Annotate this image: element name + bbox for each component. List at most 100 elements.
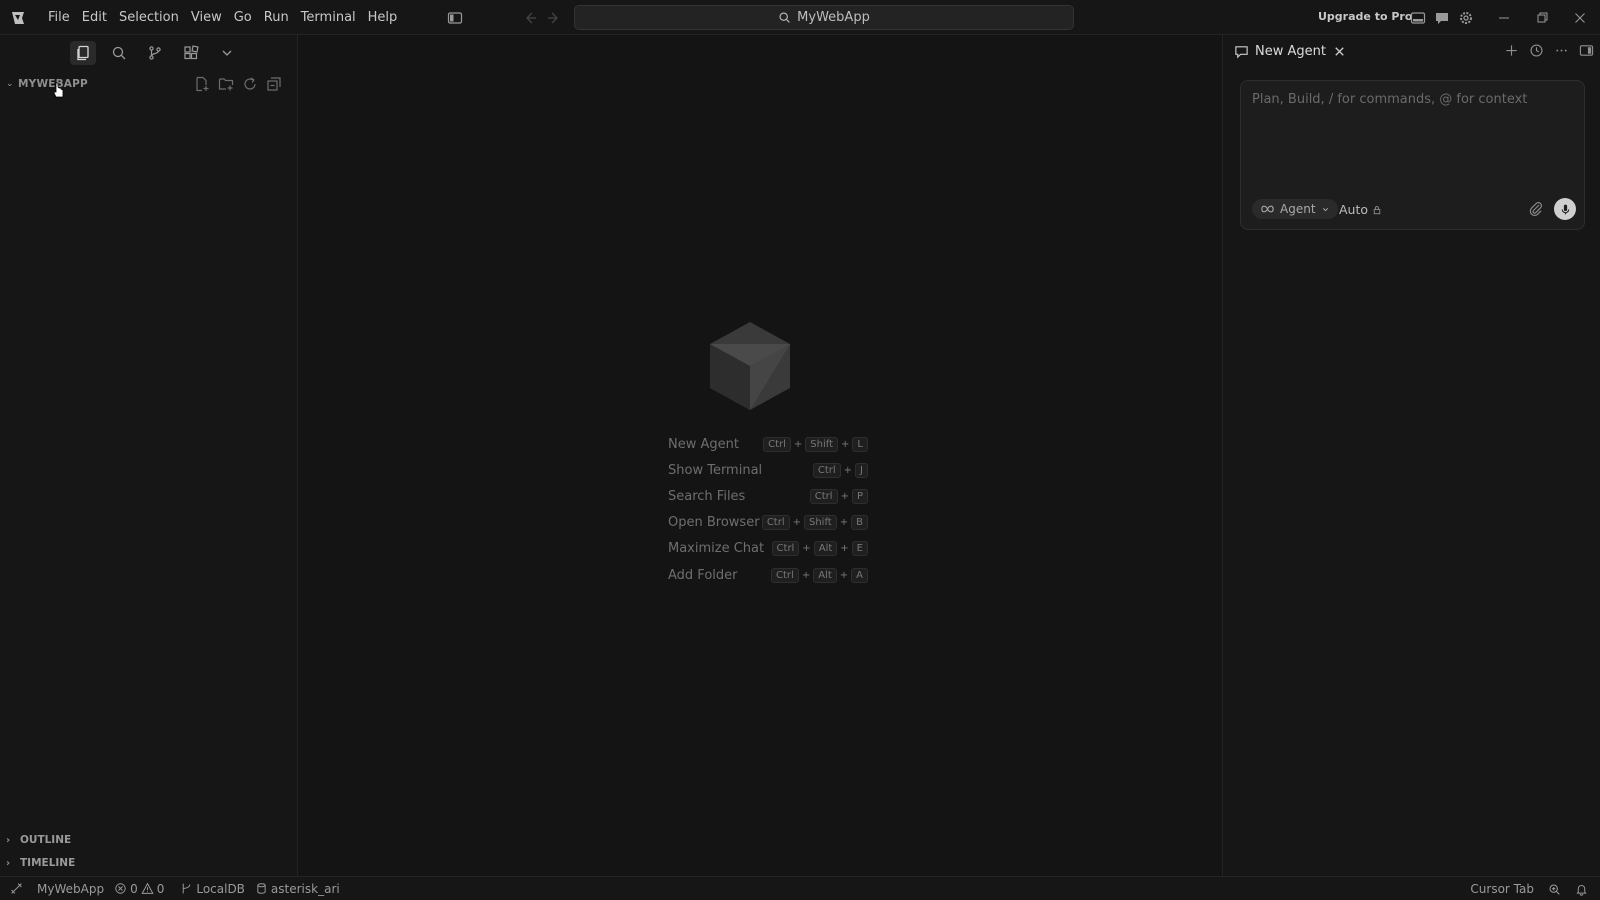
menu-help[interactable]: Help (362, 10, 404, 25)
toggle-sidebar-icon[interactable] (447, 10, 463, 26)
mouse-pointer-icon (53, 82, 65, 98)
shortcut-label: Search Files (668, 488, 746, 504)
microphone-icon (1561, 204, 1569, 214)
key: Ctrl (761, 515, 790, 531)
search-icon (112, 46, 126, 60)
database-indicator[interactable]: asterisk_ari (255, 882, 340, 896)
chat-icon[interactable] (1434, 10, 1450, 26)
source-control-tab[interactable] (142, 41, 168, 65)
zoom-icon[interactable] (1548, 883, 1561, 896)
restore-icon[interactable] (1534, 10, 1550, 26)
app-logo-icon (9, 9, 27, 27)
key: E (851, 541, 868, 557)
search-text: MyWebApp (797, 10, 870, 25)
menu-go[interactable]: Go (228, 10, 258, 25)
settings-gear-icon[interactable] (1458, 10, 1474, 26)
back-arrow-icon[interactable] (522, 10, 538, 26)
database-name: asterisk_ari (270, 881, 340, 896)
menu-terminal[interactable]: Terminal (295, 10, 362, 25)
chevron-right-icon: › (6, 857, 11, 869)
shortcut-keys: Ctrl + Alt + A (771, 567, 868, 583)
menu-file[interactable]: File (42, 10, 76, 25)
composer-input[interactable]: Plan, Build, / for commands, @ for conte… (1252, 92, 1527, 107)
agent-panel-actions (1504, 43, 1594, 58)
shortcut-add-folder[interactable]: Add Folder Ctrl + Alt + A (668, 562, 868, 588)
key: Shift (805, 436, 839, 452)
warning-count: 0 (156, 881, 165, 896)
toggle-secondary-sidebar-icon[interactable] (1579, 43, 1594, 58)
history-clock-icon[interactable] (1529, 43, 1544, 58)
model-selector[interactable]: Auto (1339, 202, 1382, 217)
minimize-icon[interactable] (1496, 10, 1512, 26)
forward-arrow-icon[interactable] (546, 10, 562, 26)
lock-icon (1373, 205, 1381, 214)
branch-indicator[interactable]: LocalDB (180, 882, 245, 896)
menu-edit[interactable]: Edit (76, 10, 113, 25)
cursor-tab-status[interactable]: Cursor Tab (1470, 882, 1534, 896)
search-tab[interactable] (106, 41, 132, 65)
outline-section-title: OUTLINE (20, 834, 72, 846)
menu-view[interactable]: View (185, 10, 228, 25)
key: P (851, 488, 868, 504)
editor-area: New Agent Ctrl + Shift + L Show Terminal C… (299, 35, 1223, 876)
shortcut-open-browser[interactable]: Open Browser Ctrl + Shift + B (668, 510, 868, 536)
upgrade-to-pro-link[interactable]: Upgrade to Pro (1318, 10, 1412, 23)
paperclip-icon[interactable] (1528, 201, 1544, 221)
key: Alt (813, 567, 837, 583)
notifications-bell-icon[interactable] (1575, 883, 1588, 896)
plus-icon[interactable] (1504, 43, 1519, 58)
status-project[interactable]: MyWebApp (37, 882, 104, 896)
extensions-icon (184, 45, 199, 60)
model-label: Auto (1339, 202, 1369, 217)
branch-name: LocalDB (196, 881, 245, 896)
shortcut-new-agent[interactable]: New Agent Ctrl + Shift + L (668, 431, 868, 457)
shortcut-search-files[interactable]: Search Files Ctrl + P (668, 483, 868, 509)
agent-composer[interactable]: Plan, Build, / for commands, @ for conte… (1240, 80, 1585, 230)
toggle-panel-icon[interactable] (1410, 10, 1426, 26)
close-icon[interactable] (1332, 44, 1347, 59)
key: L (852, 436, 868, 452)
key: J (855, 462, 868, 478)
key: Ctrl (771, 567, 799, 583)
agent-panel: New Agent Plan, Build, / for commands, @… (1224, 35, 1600, 876)
project-name: MyWebApp (37, 881, 105, 896)
key: Shift (804, 515, 837, 531)
new-folder-icon[interactable] (218, 76, 234, 92)
error-count: 0 (130, 881, 138, 896)
microphone-button[interactable] (1554, 198, 1576, 220)
more-views-dropdown[interactable] (214, 41, 240, 65)
tab-new-agent[interactable]: New Agent (1234, 39, 1347, 63)
agent-tab-label: New Agent (1255, 43, 1326, 59)
shortcut-show-terminal[interactable]: Show Terminal Ctrl + J (668, 457, 868, 483)
infinity-icon (1261, 205, 1274, 213)
warning-icon (141, 882, 154, 894)
status-bar: MyWebApp 0 0 LocalDB asterisk_ari Cursor… (0, 876, 1600, 900)
outline-section[interactable]: › OUTLINE (6, 830, 71, 850)
agent-mode-dropdown[interactable]: Agent (1252, 199, 1338, 219)
shortcut-keys: Ctrl + P (809, 488, 868, 504)
new-file-icon[interactable] (194, 76, 210, 92)
explorer-folder-header[interactable]: ⌄ MYWEBAPP (6, 73, 292, 95)
remote-indicator[interactable] (10, 882, 23, 895)
refresh-icon[interactable] (242, 76, 258, 92)
collapse-all-icon[interactable] (266, 76, 282, 92)
shortcut-maximize-chat[interactable]: Maximize Chat Ctrl + Alt + E (668, 536, 868, 562)
key: Ctrl (812, 462, 841, 478)
timeline-section[interactable]: › TIMELINE (6, 853, 75, 873)
key: Ctrl (809, 488, 838, 504)
shortcut-label: Maximize Chat (668, 541, 765, 557)
menu-selection[interactable]: Selection (113, 10, 185, 25)
chevron-down-icon (222, 50, 232, 56)
problems-indicator[interactable]: 0 0 (114, 882, 164, 896)
activity-bar (70, 41, 240, 65)
menu-bar: File Edit Selection View Go Run Terminal… (42, 0, 403, 35)
more-ellipsis-icon[interactable] (1554, 43, 1569, 58)
menu-run[interactable]: Run (258, 10, 295, 25)
timeline-section-title: TIMELINE (20, 857, 76, 869)
explorer-tab[interactable] (70, 41, 96, 65)
files-icon (77, 45, 89, 61)
extensions-tab[interactable] (178, 41, 204, 65)
command-center-search[interactable]: MyWebApp (574, 5, 1074, 30)
close-window-icon[interactable] (1572, 10, 1588, 26)
remote-connection-icon (11, 883, 22, 894)
